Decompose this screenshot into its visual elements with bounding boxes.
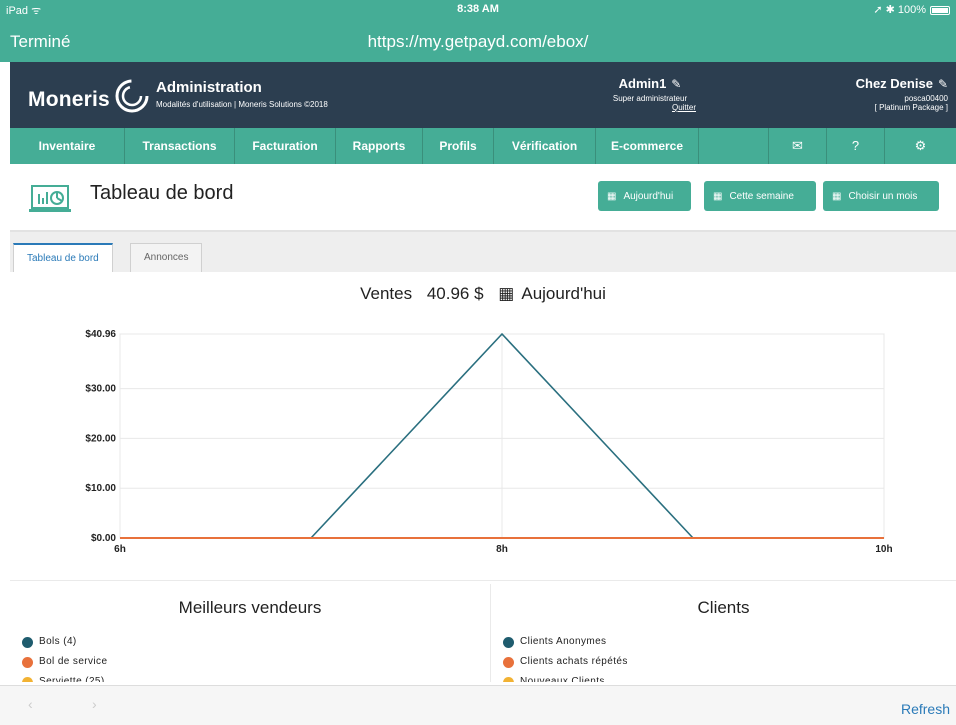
refresh-button[interactable]: Refresh [901, 701, 950, 717]
store-id: posca00400 [904, 94, 948, 103]
legend-item[interactable]: Bol de service [22, 652, 107, 672]
browser-toolbar: ‹ › Refresh [0, 685, 956, 725]
y-tick-label: $0.00 [91, 533, 116, 544]
status-bar: iPad ᯤ 8:38 AM ➚ ✱ 100% [0, 0, 956, 20]
tab-dashboard[interactable]: Tableau de bord [13, 243, 113, 272]
legend-label: Bol de service [39, 656, 108, 667]
left-edge [0, 62, 10, 685]
legend-item[interactable]: Clients achats répétés [503, 652, 628, 672]
calendar-icon: ▦ [713, 190, 723, 202]
page-header: Tableau de bord ▦ Aujourd'hui ▦ Cette sema… [10, 164, 956, 232]
url-display[interactable]: https://my.getpayd.com/ebox/ [0, 32, 956, 52]
nav-item-rapports[interactable]: Rapports [336, 128, 423, 164]
legend-item[interactable]: Bols (4) [22, 632, 107, 652]
help-icon[interactable]: ? [827, 128, 885, 164]
x-tick-label: 8h [496, 544, 508, 555]
user-info: Admin1 ✎ Super administrateur Quitter [590, 76, 710, 112]
dashboard-content: Ventes 40.96 $ ▦ Aujourd'hui $0.00 $10.00 $… [10, 272, 956, 682]
main-nav: Inventaire Transactions Facturation Rapp… [10, 128, 956, 164]
user-role: Super administrateur [612, 94, 688, 103]
calendar-icon: ▦ [607, 190, 617, 202]
y-tick-label: $20.00 [85, 433, 116, 444]
legend-label: Bols (4) [39, 636, 77, 647]
battery-icon [930, 6, 950, 15]
sales-line-chart: $0.00 $10.00 $20.00 $30.00 $40.96 6h 8h 10h [85, 329, 892, 555]
logo-swirl-icon [115, 79, 149, 113]
clock: 8:38 AM [457, 3, 499, 15]
today-button-label: Aujourd'hui [623, 190, 674, 202]
nav-item-facturation[interactable]: Facturation [235, 128, 336, 164]
month-button-label: Choisir un mois [848, 190, 918, 202]
legend-dot [503, 656, 514, 668]
top-sellers-legend: Bols (4) Bol de service Serviette (25) [22, 632, 107, 682]
page-title: Tableau de bord [90, 182, 234, 204]
clients-title: Clients [697, 598, 750, 617]
calendar-icon: ▦ [498, 284, 515, 303]
forward-button[interactable]: › [92, 696, 97, 712]
legend-item[interactable]: Nouveaux Clients [503, 672, 628, 682]
sales-period: Aujourd'hui [521, 284, 606, 303]
tab-bar: Tableau de bord Annonces [10, 232, 956, 272]
x-tick-label: 6h [114, 544, 126, 555]
user-name: Admin1 [618, 76, 667, 91]
edit-user-icon[interactable]: ✎ [671, 77, 681, 91]
this-week-button[interactable]: ▦ Cette semaine [704, 181, 816, 211]
logout-link[interactable]: Quitter [590, 103, 710, 112]
sales-summary: Ventes 40.96 $ ▦ Aujourd'hui [10, 284, 956, 304]
header-title: Administration [156, 79, 262, 96]
sales-amount: 40.96 $ [426, 284, 484, 303]
legend-label: Clients achats répétés [520, 656, 628, 667]
choose-month-button[interactable]: ▦ Choisir un mois [823, 181, 939, 211]
legend-item[interactable]: Clients Anonymes [503, 632, 628, 652]
nav-spacer [699, 128, 769, 164]
calendar-icon: ▦ [832, 190, 842, 202]
legend-dot [22, 656, 33, 668]
app-header: Moneris Administration Modalités d'utili… [10, 62, 956, 128]
dashboard-icon [29, 185, 71, 212]
today-button[interactable]: ▦ Aujourd'hui [598, 181, 691, 211]
settings-icon[interactable]: ⚙ [885, 128, 956, 164]
legend-label: Nouveaux Clients [520, 676, 605, 682]
browser-bar: Terminé https://my.getpayd.com/ebox/ [0, 20, 956, 62]
clients-legend: Clients Anonymes Clients achats répétés … [503, 632, 628, 682]
y-tick-label: $40.96 [85, 329, 116, 340]
y-tick-label: $30.00 [85, 384, 116, 395]
store-package: [ Platinum Package ] [874, 103, 948, 112]
tab-ads[interactable]: Annonces [130, 243, 203, 272]
week-button-label: Cette semaine [729, 190, 794, 202]
header-subtitle[interactable]: Modalités d'utilisation | Moneris Soluti… [156, 100, 328, 109]
legend-dot [503, 636, 514, 648]
envelope-icon[interactable]: ✉ [769, 128, 827, 164]
edit-store-icon[interactable]: ✎ [938, 77, 948, 91]
nav-item-profils[interactable]: Profils [423, 128, 494, 164]
legend-label: Clients Anonymes [520, 636, 607, 647]
y-tick-label: $10.00 [85, 483, 116, 494]
nav-item-transactions[interactable]: Transactions [125, 128, 235, 164]
nav-item-verification[interactable]: Vérification [494, 128, 596, 164]
logo-text: Moneris [28, 88, 110, 111]
legend-dot [22, 676, 33, 682]
nav-item-inventaire[interactable]: Inventaire [10, 128, 125, 164]
legend-item[interactable]: Serviette (25) [22, 672, 107, 682]
section-divider [10, 580, 956, 581]
nav-item-ecommerce[interactable]: E-commerce [596, 128, 699, 164]
legend-dot [503, 676, 514, 682]
store-info: Chez Denise ✎ posca00400 [ Platinum Packa… [856, 76, 948, 112]
store-name: Chez Denise [855, 76, 933, 91]
top-sellers-title: Meilleurs vendeurs [178, 598, 322, 617]
legend-label: Serviette (25) [39, 676, 105, 682]
status-indicators: ➚ ✱ 100% [873, 4, 926, 16]
legend-dot [22, 636, 33, 648]
moneris-logo: Moneris [28, 76, 158, 116]
back-button[interactable]: ‹ [28, 696, 33, 712]
sales-label: Ventes [360, 284, 413, 303]
x-tick-label: 10h [875, 544, 892, 555]
